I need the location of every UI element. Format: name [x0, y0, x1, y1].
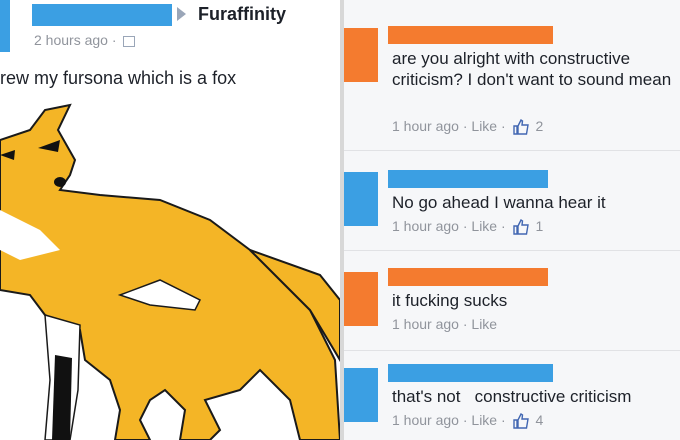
poster-avatar-redacted — [0, 0, 10, 52]
commenter-avatar[interactable] — [344, 172, 378, 226]
comment-text: that's not constructive criticism — [392, 387, 632, 406]
commenter-avatar[interactable] — [344, 368, 378, 422]
comment-meta: 1 hour ago · Like · 2 — [392, 118, 543, 135]
commenter-name-redacted[interactable] — [388, 268, 548, 286]
like-button[interactable]: Like — [471, 316, 497, 332]
post-text: rew my fursona which is a fox — [0, 68, 237, 88]
comment-meta: 1 hour ago · Like · 1 — [392, 218, 543, 235]
like-button[interactable]: Like — [471, 412, 497, 428]
group-name-link[interactable]: Furaffinity — [198, 4, 286, 25]
comments-panel: are you alright with constructive critic… — [344, 0, 680, 440]
commenter-name-redacted[interactable] — [388, 26, 553, 44]
like-button[interactable]: Like — [471, 118, 497, 134]
audience-icon[interactable] — [123, 35, 136, 47]
fox-drawing-image — [0, 103, 340, 440]
comment-time[interactable]: 1 hour ago — [392, 118, 459, 134]
comment-text: are you alright with constructive critic… — [392, 49, 672, 89]
commenter-avatar[interactable] — [344, 28, 378, 82]
meta-separator: · — [500, 218, 506, 234]
commenter-name-redacted[interactable] — [388, 364, 553, 382]
post-timestamp[interactable]: 2 hours ago · — [34, 32, 136, 48]
meta-separator: · — [111, 32, 117, 48]
like-count[interactable]: 2 — [535, 118, 543, 134]
shared-to-arrow-icon — [177, 7, 186, 21]
thumbs-up-icon — [512, 119, 529, 135]
fox-drawing-icon — [0, 103, 340, 440]
like-count[interactable]: 1 — [535, 218, 543, 234]
post-time-text[interactable]: 2 hours ago — [34, 32, 108, 48]
like-count[interactable]: 4 — [535, 412, 543, 428]
meta-separator: · — [462, 218, 468, 234]
meta-separator: · — [462, 316, 468, 332]
meta-separator: · — [500, 118, 506, 134]
post-panel: Furaffinity 2 hours ago · rew my fursona… — [0, 0, 340, 440]
thumbs-up-icon — [512, 413, 529, 429]
comment-1: are you alright with constructive critic… — [344, 0, 680, 151]
meta-separator: · — [462, 118, 468, 134]
commenter-avatar[interactable] — [344, 272, 378, 326]
meta-separator: · — [462, 412, 468, 428]
poster-name-redacted[interactable] — [32, 4, 172, 26]
comment-meta: 1 hour ago · Like · 4 — [392, 412, 543, 429]
commenter-name-redacted[interactable] — [388, 170, 548, 188]
comment-time[interactable]: 1 hour ago — [392, 218, 459, 234]
meta-separator: · — [500, 412, 506, 428]
comment-text: it fucking sucks — [392, 291, 508, 310]
comment-text: No go ahead I wanna hear it — [392, 193, 606, 212]
comment-meta: 1 hour ago · Like — [392, 316, 497, 332]
like-button[interactable]: Like — [471, 218, 497, 234]
comment-time[interactable]: 1 hour ago — [392, 316, 459, 332]
comment-4: that's not constructive criticism 1 hour… — [344, 350, 680, 440]
comment-time[interactable]: 1 hour ago — [392, 412, 459, 428]
comment-2: No go ahead I wanna hear it 1 hour ago ·… — [344, 150, 680, 251]
thumbs-up-icon — [512, 219, 529, 235]
comment-3: it fucking sucks 1 hour ago · Like — [344, 250, 680, 351]
